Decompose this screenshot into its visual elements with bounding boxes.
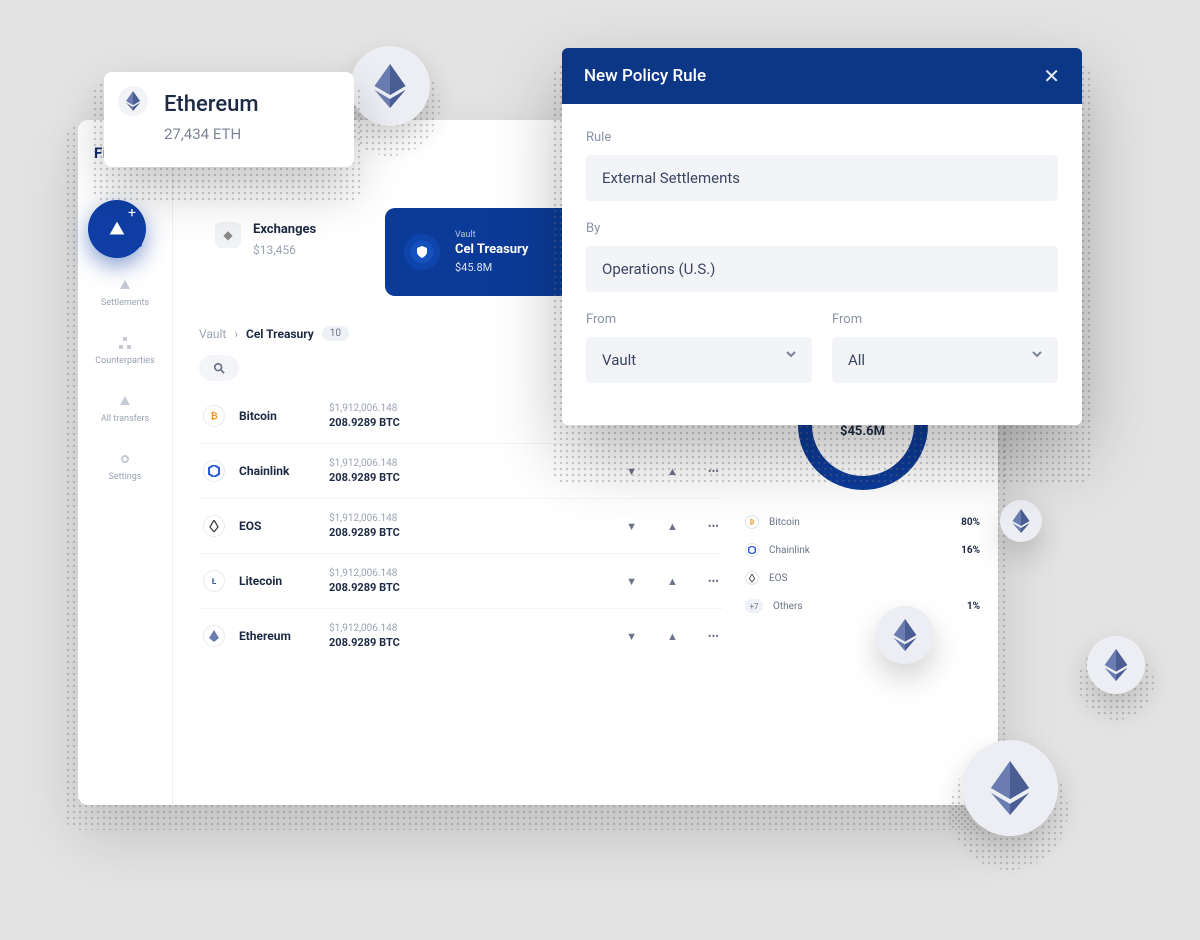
- asset-qty: 208.9289 BTC: [329, 526, 400, 539]
- legend-row: Bitcoin 80%: [745, 515, 980, 529]
- gear-icon: [118, 452, 132, 466]
- legend-pct: 80%: [961, 517, 980, 528]
- link-icon: [203, 460, 225, 482]
- asset-name: Litecoin: [239, 574, 329, 588]
- withdraw-icon[interactable]: ▼: [626, 630, 637, 643]
- vault-name: Cel Treasury: [455, 242, 528, 257]
- asset-usd: $1,912,006.148: [329, 458, 400, 469]
- ltc-icon: [203, 570, 225, 592]
- asset-usd: $1,912,006.148: [329, 513, 400, 524]
- legend-name: EOS: [769, 573, 788, 584]
- legend-row: +7 Others 1%: [745, 599, 980, 613]
- asset-usd: $1,912,006.148: [329, 403, 400, 414]
- rule-input[interactable]: [586, 155, 1058, 201]
- asset-name: Chainlink: [239, 464, 329, 478]
- legend-row: EOS: [745, 571, 980, 585]
- asset-usd: $1,912,006.148: [329, 568, 400, 579]
- deposit-icon[interactable]: ▲: [667, 575, 678, 588]
- sidebar-item-label: Counterparties: [95, 356, 154, 366]
- sidebar-item-settlements[interactable]: Settlements: [101, 278, 149, 308]
- popover-amount: 27,434 ETH: [164, 125, 332, 143]
- asset-qty: 208.9289 BTC: [329, 416, 400, 429]
- more-icon[interactable]: •••: [708, 520, 719, 533]
- search-button[interactable]: [199, 355, 239, 381]
- exchanges-value: $13,456: [253, 243, 316, 257]
- vault-card[interactable]: Vault Cel Treasury $45.8M: [385, 208, 580, 296]
- eth-icon: [203, 625, 225, 647]
- btc-icon: [745, 515, 759, 529]
- legend-name: Chainlink: [769, 545, 810, 556]
- asset-usd: $1,912,006.148: [329, 623, 400, 634]
- from-label-1: From: [586, 312, 812, 327]
- withdraw-icon[interactable]: ▼: [626, 520, 637, 533]
- breadcrumb-root[interactable]: Vault: [199, 327, 226, 341]
- others-chip: +7: [745, 599, 763, 613]
- sidebar-item-label: Settings: [109, 472, 142, 482]
- allocation-legend: Bitcoin 80% Chainlink 16% EOS +7 Others 1%: [745, 515, 980, 613]
- link-icon: [745, 543, 759, 557]
- asset-qty: 208.9289 BTC: [329, 581, 400, 594]
- vault-shield-icon: [401, 231, 443, 273]
- settlements-icon: [118, 278, 132, 292]
- breadcrumb-current: Cel Treasury: [246, 327, 314, 341]
- chevron-right-icon: ›: [234, 327, 238, 341]
- sidebar-item-label: Settlements: [101, 298, 149, 308]
- ethereum-medallion: [350, 46, 430, 126]
- vault-value: $45.8M: [455, 261, 528, 274]
- asset-popover: Ethereum 27,434 ETH: [104, 72, 354, 167]
- asset-name: EOS: [239, 519, 329, 533]
- eos-icon: [745, 571, 759, 585]
- ethereum-medallion: [1087, 636, 1145, 694]
- asset-row[interactable]: Ethereum $1,912,006.148 208.9289 BTC ▼ ▲…: [199, 609, 723, 663]
- sidebar-item-transfers[interactable]: All transfers: [101, 394, 149, 424]
- legend-row: Chainlink 16%: [745, 543, 980, 557]
- sidebar-item-counterparties[interactable]: Counterparties: [95, 336, 154, 366]
- add-button[interactable]: +: [88, 200, 146, 258]
- from-select-2[interactable]: [832, 337, 1058, 383]
- deposit-icon[interactable]: ▲: [667, 630, 678, 643]
- by-input[interactable]: [586, 246, 1058, 292]
- close-icon[interactable]: ✕: [1043, 66, 1060, 86]
- asset-qty: 208.9289 BTC: [329, 471, 400, 484]
- asset-row[interactable]: EOS $1,912,006.148 208.9289 BTC ▼ ▲ •••: [199, 499, 723, 554]
- plus-icon: +: [128, 206, 136, 220]
- deposit-icon[interactable]: ▲: [667, 520, 678, 533]
- btc-icon: [203, 405, 225, 427]
- modal-header: New Policy Rule ✕: [562, 48, 1082, 104]
- new-policy-modal: New Policy Rule ✕ Rule By From From: [562, 48, 1082, 425]
- exchanges-card[interactable]: ◆ Exchanges $13,456: [199, 208, 369, 296]
- withdraw-icon[interactable]: ▼: [626, 575, 637, 588]
- legend-pct: 16%: [961, 545, 980, 556]
- asset-row[interactable]: Litecoin $1,912,006.148 208.9289 BTC ▼ ▲…: [199, 554, 723, 609]
- more-icon[interactable]: •••: [708, 630, 719, 643]
- asset-name: Ethereum: [239, 629, 329, 643]
- upload-icon: [106, 218, 128, 240]
- search-icon: [213, 362, 225, 374]
- popover-title: Ethereum: [164, 92, 332, 117]
- legend-name: Bitcoin: [769, 517, 800, 528]
- ethereum-medallion: [962, 740, 1058, 836]
- ethereum-medallion: [1000, 500, 1042, 542]
- ethereum-medallion: [876, 606, 934, 664]
- asset-qty: 208.9289 BTC: [329, 636, 400, 649]
- from-select-1[interactable]: [586, 337, 812, 383]
- counterparties-icon: [118, 336, 132, 350]
- exchanges-label: Exchanges: [253, 222, 316, 237]
- asset-name: Bitcoin: [239, 409, 329, 423]
- sidebar-item-settings[interactable]: Settings: [109, 452, 142, 482]
- more-icon[interactable]: •••: [708, 575, 719, 588]
- modal-title: New Policy Rule: [584, 66, 706, 86]
- sidebar-item-label: All transfers: [101, 414, 149, 424]
- by-label: By: [586, 221, 1058, 236]
- eos-icon: [203, 515, 225, 537]
- rule-label: Rule: [586, 130, 1058, 145]
- exchanges-icon: ◆: [215, 222, 241, 248]
- legend-name: Others: [773, 601, 803, 612]
- legend-pct: 1%: [967, 601, 980, 612]
- transfers-icon: [118, 394, 132, 408]
- vault-tag: Vault: [455, 230, 528, 240]
- ethereum-icon: [118, 86, 148, 116]
- breadcrumb-count: 10: [322, 326, 349, 341]
- from-label-2: From: [832, 312, 1058, 327]
